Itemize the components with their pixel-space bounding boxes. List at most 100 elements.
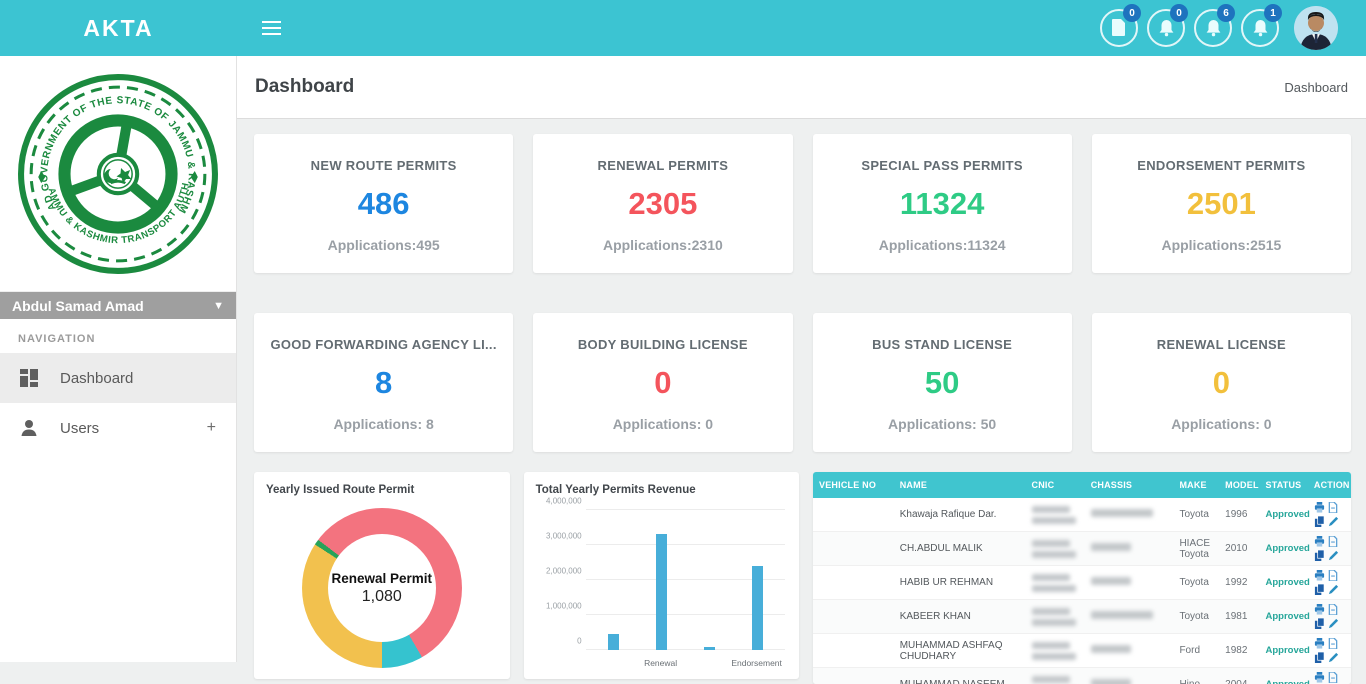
document-icon[interactable] — [1328, 502, 1338, 513]
messages-button[interactable]: 1 — [1241, 9, 1279, 47]
y-tick: 2,000,000 — [546, 567, 582, 576]
stat-title: RENEWAL LICENSE — [1092, 337, 1351, 352]
status-badge: Approved — [1260, 505, 1308, 524]
copy-icon[interactable] — [1314, 584, 1325, 595]
bell-icon — [1205, 19, 1222, 37]
document-icon[interactable] — [1328, 672, 1338, 683]
stat-value: 0 — [1092, 365, 1351, 401]
bar-series-1[interactable] — [656, 534, 667, 650]
print-icon[interactable] — [1314, 638, 1325, 649]
col-header-make: MAKE — [1173, 472, 1219, 498]
page-header: Dashboard Dashboard — [237, 56, 1366, 119]
print-icon[interactable] — [1314, 672, 1325, 683]
sidebar-item-users[interactable]: Users + — [0, 403, 236, 453]
copy-icon[interactable] — [1314, 516, 1325, 527]
menu-toggle-icon[interactable] — [262, 17, 281, 39]
documents-button[interactable]: 0 — [1100, 9, 1138, 47]
table-header-row: VEHICLE NO NAME CNIC CHASSIS MAKE MODEL … — [813, 472, 1351, 498]
stat-applications: Applications: 0 — [533, 416, 792, 432]
cnic-redacted — [1032, 551, 1076, 558]
notifications-button[interactable]: 6 — [1194, 9, 1232, 47]
make: Hino — [1173, 675, 1219, 684]
chassis-redacted — [1091, 611, 1153, 619]
y-tick: 4,000,000 — [546, 497, 582, 506]
dashboard-grid-icon — [20, 369, 38, 387]
row-actions — [1308, 566, 1351, 599]
user-name: Abdul Samad Amad — [12, 298, 144, 314]
print-icon[interactable] — [1314, 536, 1325, 547]
donut-center-label: Renewal Permit — [332, 571, 433, 586]
edit-pencil-icon[interactable] — [1328, 618, 1339, 629]
document-icon[interactable] — [1328, 570, 1338, 581]
row-actions — [1308, 600, 1351, 633]
avatar-photo — [1294, 6, 1338, 50]
cnic-redacted — [1032, 608, 1070, 615]
stat-applications: Applications: 50 — [813, 416, 1072, 432]
document-icon[interactable] — [1328, 638, 1338, 649]
document-icon[interactable] — [1328, 604, 1338, 615]
main-area: Dashboard Dashboard NEW ROUTE PERMITS 48… — [237, 56, 1366, 662]
chassis-redacted — [1091, 645, 1131, 653]
copy-icon[interactable] — [1314, 550, 1325, 561]
bar-series-2[interactable] — [704, 647, 715, 650]
edit-pencil-icon[interactable] — [1328, 652, 1339, 663]
copy-icon[interactable] — [1314, 652, 1325, 663]
cnic-redacted — [1032, 585, 1076, 592]
sidebar-item-label: Users — [60, 420, 99, 437]
cnic-redacted — [1032, 653, 1076, 660]
table-row: KABEER KHAN Toyota 1981 Approved — [813, 600, 1351, 634]
stat-applications: Applications: 0 — [1092, 416, 1351, 432]
notification-badge: 0 — [1170, 4, 1188, 22]
col-header-cnic: CNIC — [1026, 472, 1085, 498]
table-row: HABIB UR REHMAN Toyota 1992 Approved — [813, 566, 1351, 600]
breadcrumb[interactable]: Dashboard — [1284, 80, 1348, 95]
print-icon[interactable] — [1314, 502, 1325, 513]
owner-name: MUHAMMAD NASEEM — [894, 675, 1026, 684]
user-avatar[interactable] — [1294, 6, 1338, 50]
y-tick: 0 — [577, 637, 581, 646]
print-icon[interactable] — [1314, 570, 1325, 581]
owner-name: CH.ABDUL MALIK — [894, 539, 1026, 558]
cnic-redacted — [1032, 506, 1070, 513]
chassis-redacted — [1091, 679, 1131, 684]
donut-chart-card: Yearly Issued Route Permit Renewal Permi… — [254, 472, 510, 679]
document-icon[interactable] — [1328, 536, 1338, 547]
cnic-redacted — [1032, 517, 1076, 524]
donut-chart[interactable]: Renewal Permit 1,080 — [302, 508, 462, 668]
x-label: Endorsement — [731, 658, 782, 668]
stat-card-body-building-license: BODY BUILDING LICENSE 0 Applications: 0 — [533, 313, 792, 452]
stat-value: 50 — [813, 365, 1072, 401]
owner-name: Khawaja Rafique Dar. — [894, 505, 1026, 524]
header-actions: 0 0 6 1 — [1100, 6, 1366, 50]
table-body: Khawaja Rafique Dar. Toyota 1996 Approve… — [813, 498, 1351, 684]
donut-center: Renewal Permit 1,080 — [328, 534, 436, 642]
transport-authority-seal-icon: AZAD GOVERNMENT OF THE STATE OF JAMMU & … — [17, 73, 219, 275]
stat-applications: Applications:2310 — [533, 237, 792, 253]
table-row: MUHAMMAD ASHFAQ CHUDHARY Ford 1982 Appro… — [813, 634, 1351, 668]
col-header-action: ACTION — [1308, 472, 1351, 498]
cnic-redacted — [1032, 619, 1076, 626]
print-icon[interactable] — [1314, 604, 1325, 615]
copy-icon[interactable] — [1314, 618, 1325, 629]
model: 1981 — [1219, 607, 1259, 626]
stat-card-renewal-permits: RENEWAL PERMITS 2305 Applications:2310 — [533, 134, 792, 273]
edit-pencil-icon[interactable] — [1328, 584, 1339, 595]
col-header-vehicle-no: VEHICLE NO — [813, 472, 894, 498]
bar-series-3[interactable] — [752, 566, 763, 650]
expand-plus-icon[interactable]: + — [207, 419, 216, 437]
user-menu[interactable]: Abdul Samad Amad ▼ — [0, 292, 236, 319]
alerts-button[interactable]: 0 — [1147, 9, 1185, 47]
bar-chart[interactable]: 0 1,000,000 2,000,000 3,000,000 4,000,00… — [538, 510, 789, 670]
cnic-redacted — [1032, 676, 1070, 683]
sidebar-item-label: Dashboard — [60, 370, 133, 387]
stat-card-endorsement-permits: ENDORSEMENT PERMITS 2501 Applications:25… — [1092, 134, 1351, 273]
stat-applications: Applications:11324 — [813, 237, 1072, 253]
edit-pencil-icon[interactable] — [1328, 516, 1339, 527]
chassis-redacted — [1091, 509, 1153, 517]
x-label: Renewal — [644, 658, 677, 668]
stat-title: BODY BUILDING LICENSE — [533, 337, 792, 352]
sidebar-item-dashboard[interactable]: Dashboard — [0, 353, 236, 403]
model: 2004 — [1219, 675, 1259, 684]
edit-pencil-icon[interactable] — [1328, 550, 1339, 561]
bar-series-0[interactable] — [608, 634, 619, 650]
